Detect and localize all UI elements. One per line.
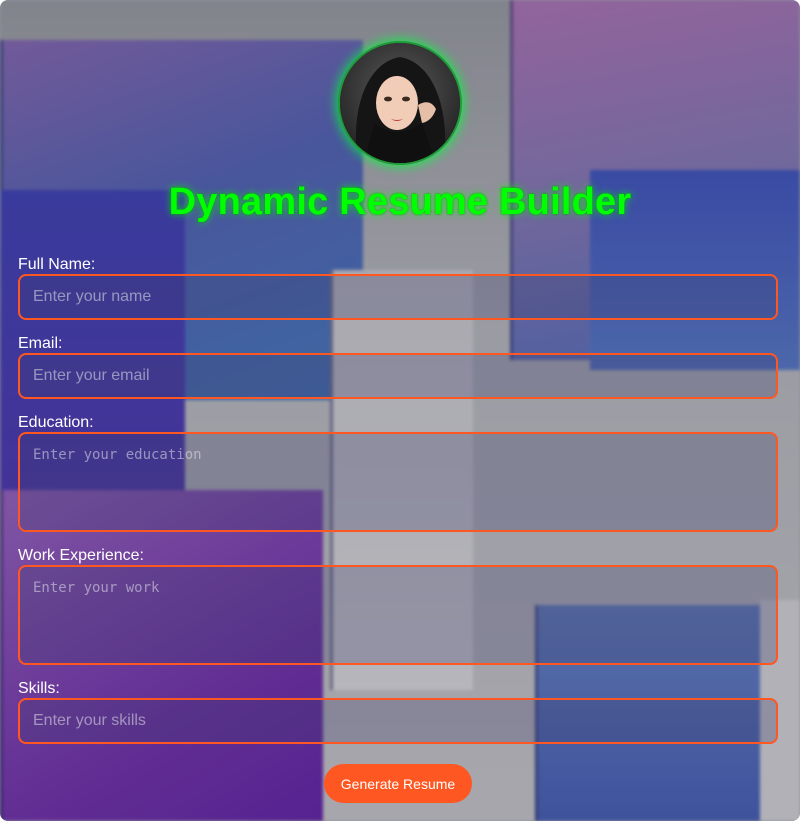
generate-resume-button[interactable]: Generate Resume	[324, 764, 472, 803]
page-title: Dynamic Resume Builder	[168, 181, 632, 223]
work-experience-label: Work Experience:	[18, 547, 144, 564]
work-experience-textarea[interactable]	[18, 565, 778, 665]
education-label: Education:	[18, 414, 94, 431]
email-input[interactable]	[18, 353, 778, 399]
skills-input[interactable]	[18, 698, 778, 744]
full-name-label: Full Name:	[18, 256, 96, 273]
avatar	[338, 41, 462, 165]
education-textarea[interactable]	[18, 432, 778, 532]
full-name-input[interactable]	[18, 274, 778, 320]
skills-label: Skills:	[18, 680, 60, 697]
email-label: Email:	[18, 335, 63, 352]
profile-photo-icon	[340, 43, 460, 163]
form-container: Dynamic Resume Builder Full Name: Email:…	[0, 0, 800, 821]
resume-builder-card: Dynamic Resume Builder Full Name: Email:…	[0, 0, 800, 821]
